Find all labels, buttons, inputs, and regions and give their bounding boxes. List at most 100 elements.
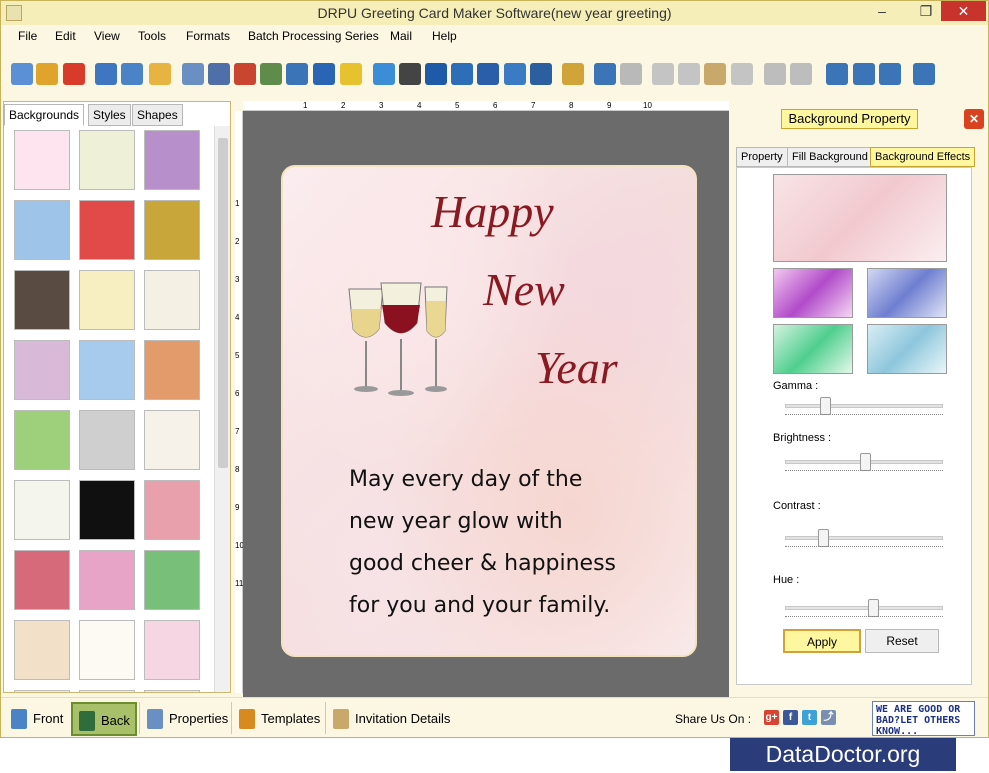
- effect-preview-cyan[interactable]: [867, 324, 947, 374]
- open-icon[interactable]: [36, 63, 58, 85]
- effect-preview-magenta[interactable]: [773, 268, 853, 318]
- twitter-icon[interactable]: t: [802, 710, 817, 725]
- menu-view[interactable]: View: [94, 29, 120, 43]
- text-icon[interactable]: [425, 63, 447, 85]
- print-icon[interactable]: [208, 63, 230, 85]
- save-as-icon[interactable]: [121, 63, 143, 85]
- tab-styles[interactable]: Styles: [88, 104, 131, 126]
- background-thumbnail[interactable]: [144, 410, 200, 470]
- tab-backgrounds[interactable]: Backgrounds: [4, 104, 85, 126]
- minimize-button[interactable]: –: [869, 1, 895, 21]
- menu-formats[interactable]: Formats: [186, 29, 230, 43]
- background-thumbnail[interactable]: [14, 200, 70, 260]
- effect-preview-green[interactable]: [773, 324, 853, 374]
- apply-button[interactable]: Apply: [783, 629, 861, 653]
- background-thumbnail[interactable]: [144, 200, 200, 260]
- gamma-slider[interactable]: [785, 397, 943, 415]
- background-thumbnail[interactable]: [144, 620, 200, 680]
- tab-shapes[interactable]: Shapes: [132, 104, 183, 126]
- back-button[interactable]: Back: [71, 702, 137, 736]
- new-icon[interactable]: [11, 63, 33, 85]
- close-doc-icon[interactable]: [63, 63, 85, 85]
- menu-help[interactable]: Help: [432, 29, 457, 43]
- actual-size-icon[interactable]: [853, 63, 875, 85]
- grid-icon[interactable]: [826, 63, 848, 85]
- bring-front-icon[interactable]: [764, 63, 786, 85]
- card-title-happy[interactable]: Happy: [431, 185, 554, 238]
- background-thumbnail[interactable]: [14, 270, 70, 330]
- background-thumbnail[interactable]: [14, 340, 70, 400]
- card-title-new[interactable]: New: [483, 263, 565, 316]
- pencil-icon[interactable]: [313, 63, 335, 85]
- delete-icon[interactable]: [731, 63, 753, 85]
- contrast-slider[interactable]: [785, 529, 943, 547]
- barcode-icon[interactable]: [399, 63, 421, 85]
- properties-button[interactable]: Properties: [141, 702, 229, 736]
- background-thumbnail[interactable]: [79, 340, 135, 400]
- brightness-slider[interactable]: [785, 453, 943, 471]
- tab-fill-background[interactable]: Fill Background: [787, 147, 873, 167]
- hue-slider[interactable]: [785, 599, 943, 617]
- background-thumbnail[interactable]: [144, 690, 200, 692]
- background-thumbnail[interactable]: [14, 690, 70, 692]
- share-icon[interactable]: ⤴: [821, 710, 836, 725]
- mail-icon[interactable]: [504, 63, 526, 85]
- background-thumbnail[interactable]: [79, 480, 135, 540]
- background-thumbnail[interactable]: [79, 690, 135, 692]
- templates-button[interactable]: Templates: [233, 702, 323, 736]
- background-thumbnail[interactable]: [14, 620, 70, 680]
- background-thumbnail[interactable]: [144, 130, 200, 190]
- cut-icon[interactable]: [652, 63, 674, 85]
- send-back-icon[interactable]: [790, 63, 812, 85]
- background-thumbnail[interactable]: [79, 270, 135, 330]
- export-icon[interactable]: [149, 63, 171, 85]
- background-thumbnail[interactable]: [79, 200, 135, 260]
- properties-icon[interactable]: [182, 63, 204, 85]
- watermark-icon[interactable]: [373, 63, 395, 85]
- wine-glasses-image[interactable]: [341, 281, 457, 401]
- background-thumbnail[interactable]: [144, 270, 200, 330]
- zoom-icon[interactable]: [913, 63, 935, 85]
- google-plus-icon[interactable]: g+: [764, 710, 779, 725]
- tab-property[interactable]: Property: [736, 147, 788, 167]
- wordart-icon[interactable]: [451, 63, 473, 85]
- background-thumbnail[interactable]: [79, 550, 135, 610]
- feedback-banner[interactable]: WE ARE GOOD OR BAD?LET OTHERS KNOW...: [872, 701, 975, 737]
- background-thumbnail[interactable]: [14, 550, 70, 610]
- close-button[interactable]: ✕: [941, 1, 986, 21]
- print-preview-icon[interactable]: [234, 63, 256, 85]
- paste-icon[interactable]: [704, 63, 726, 85]
- background-thumbnail[interactable]: [144, 340, 200, 400]
- fit-window-icon[interactable]: [879, 63, 901, 85]
- scrollbar-thumb[interactable]: [218, 138, 228, 468]
- effect-preview-blue[interactable]: [867, 268, 947, 318]
- background-thumbnail[interactable]: [79, 620, 135, 680]
- greeting-card[interactable]: Happy New Year May every day of the new …: [281, 165, 697, 657]
- facebook-icon[interactable]: f: [783, 710, 798, 725]
- crop-icon[interactable]: [260, 63, 282, 85]
- card-title-year[interactable]: Year: [535, 341, 618, 394]
- background-thumbnail[interactable]: [14, 480, 70, 540]
- menu-tools[interactable]: Tools: [138, 29, 166, 43]
- shape-icon[interactable]: [340, 63, 362, 85]
- background-thumbnail[interactable]: [14, 130, 70, 190]
- menu-mail[interactable]: Mail: [390, 29, 412, 43]
- background-thumbnail[interactable]: [144, 480, 200, 540]
- background-thumbnail[interactable]: [14, 410, 70, 470]
- undo-icon[interactable]: [594, 63, 616, 85]
- menu-batch-processing[interactable]: Batch Processing Series: [248, 29, 379, 43]
- menu-edit[interactable]: Edit: [55, 29, 76, 43]
- tab-background-effects[interactable]: Background Effects: [870, 147, 976, 167]
- save-icon[interactable]: [95, 63, 117, 85]
- invitation-details-button[interactable]: Invitation Details: [327, 702, 453, 736]
- signature-icon[interactable]: [477, 63, 499, 85]
- database-icon[interactable]: [562, 63, 584, 85]
- front-button[interactable]: Front: [5, 702, 69, 736]
- menu-file[interactable]: File: [18, 29, 37, 43]
- reset-button[interactable]: Reset: [865, 629, 939, 653]
- background-thumbnail[interactable]: [79, 410, 135, 470]
- background-thumbnail[interactable]: [144, 550, 200, 610]
- thumbnail-scrollbar[interactable]: [214, 126, 230, 692]
- line-icon[interactable]: [530, 63, 552, 85]
- image-icon[interactable]: [286, 63, 308, 85]
